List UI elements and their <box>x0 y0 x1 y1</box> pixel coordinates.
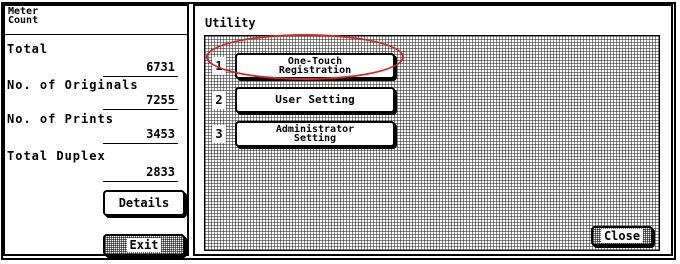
utility-panel: Utility 1 One-Touch Registration 2 User S… <box>193 4 673 256</box>
one-touch-registration-button[interactable]: One-Touch Registration <box>235 53 395 79</box>
exit-button-label: Exit <box>126 238 162 252</box>
administrator-setting-button[interactable]: Administrator Setting <box>235 121 395 147</box>
meter-count-title: Meter Count <box>8 6 39 26</box>
utility-menu-area: 1 One-Touch Registration 2 User Setting 3… <box>204 35 660 251</box>
user-setting-button[interactable]: User Setting <box>235 87 395 113</box>
close-button[interactable]: Close <box>591 226 653 246</box>
details-button[interactable]: Details <box>103 190 185 216</box>
counter-value-total: 6731 <box>146 60 175 74</box>
details-button-label: Details <box>118 196 170 210</box>
divider <box>103 181 178 182</box>
counter-value-prints: 3453 <box>146 127 175 141</box>
user-setting-label: User Setting <box>275 93 355 106</box>
menu-number-3: 3 <box>212 125 226 143</box>
counter-label-originals: No. of Originals <box>7 78 139 92</box>
registration-line2: Registration <box>278 65 352 76</box>
counter-label-prints: No. of Prints <box>7 112 114 126</box>
divider <box>103 143 178 144</box>
setting-line2: Setting <box>293 133 337 144</box>
exit-button[interactable]: Exit <box>103 234 185 256</box>
counter-label-total: Total <box>7 42 49 56</box>
divider <box>5 34 187 35</box>
divider <box>103 109 178 110</box>
menu-number-1: 1 <box>212 57 226 75</box>
close-button-label: Close <box>600 229 644 243</box>
counter-value-originals: 7255 <box>146 93 175 107</box>
counter-value-duplex: 2833 <box>146 165 175 179</box>
menu-number-2: 2 <box>212 91 226 109</box>
divider <box>103 76 178 77</box>
meter-count-panel: Meter Count Total 6731 No. of Originals 7… <box>3 4 189 256</box>
utility-title: Utility <box>205 16 256 30</box>
counter-label-duplex: Total Duplex <box>7 149 106 163</box>
